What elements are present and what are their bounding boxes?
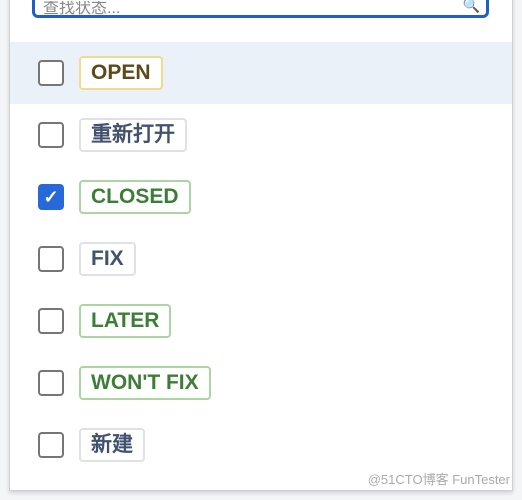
status-badge: WON'T FIX	[79, 366, 211, 400]
status-checkbox[interactable]	[38, 122, 64, 148]
status-checkbox[interactable]	[38, 60, 64, 86]
status-badge: LATER	[79, 304, 172, 338]
status-option[interactable]: 重新打开	[10, 104, 512, 166]
status-option[interactable]: LATER	[10, 290, 512, 352]
status-badge: OPEN	[79, 56, 163, 90]
status-badge: 新建	[79, 428, 145, 462]
status-checkbox[interactable]: ✓	[38, 184, 64, 210]
status-search-field[interactable]: 🔍	[32, 0, 489, 18]
status-option[interactable]: ✓ CLOSED	[10, 166, 512, 228]
status-option[interactable]: FIX	[10, 228, 512, 290]
status-badge: 重新打开	[79, 118, 187, 152]
status-dropdown: 🔍 OPEN 重新打开 ✓ CLOSED FIX LATER WON'T FIX 新建	[9, 0, 513, 491]
status-option[interactable]: OPEN	[10, 42, 512, 104]
search-icon: 🔍	[462, 0, 480, 13]
status-checkbox[interactable]	[38, 370, 64, 396]
status-checkbox[interactable]	[38, 432, 64, 458]
status-checkbox[interactable]	[38, 246, 64, 272]
status-search-input[interactable]	[43, 1, 423, 17]
watermark: @51CTO博客 FunTester	[367, 472, 510, 487]
status-badge: FIX	[79, 242, 136, 276]
status-checkbox[interactable]	[38, 308, 64, 334]
status-option[interactable]: WON'T FIX	[10, 352, 512, 414]
status-option[interactable]: 新建	[10, 414, 512, 476]
status-badge: CLOSED	[79, 180, 191, 214]
